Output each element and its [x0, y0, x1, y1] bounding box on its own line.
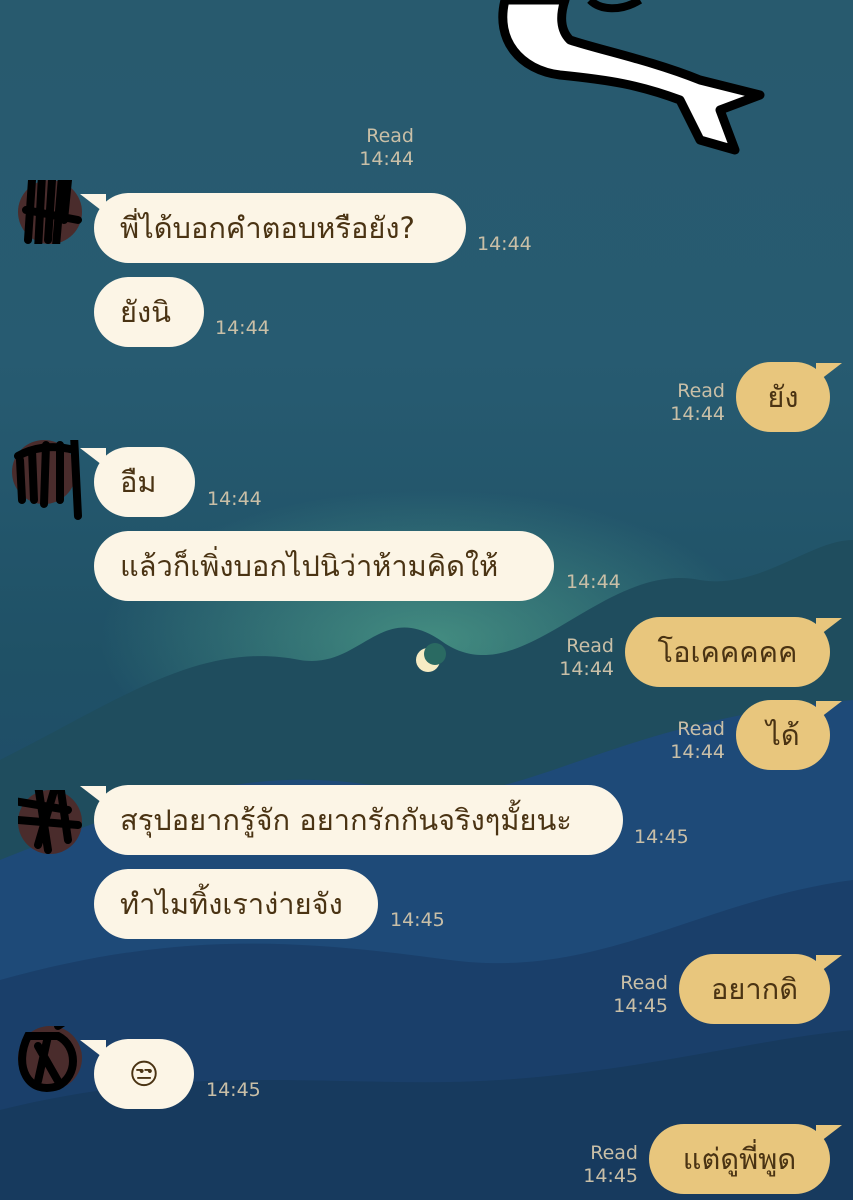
read-status: Read 14:44	[550, 635, 614, 681]
read-label: Read	[566, 635, 614, 657]
message-bubble[interactable]: แล้วก็เพิ่งบอกไปนิว่าห้ามคิดให้	[94, 531, 554, 601]
read-status: Read 14:45	[574, 1142, 638, 1188]
message-bubble[interactable]: แต่ดูพี่พูด	[649, 1124, 830, 1194]
time-label: 14:44	[670, 741, 725, 763]
message-bubble[interactable]: โอเคคคคค	[625, 617, 830, 687]
message-bubble[interactable]: ทำไมทิ้งเราง่ายจัง	[94, 869, 378, 939]
time-label: 14:45	[583, 1165, 638, 1187]
message-time: 14:45	[634, 826, 689, 848]
message-bubble[interactable]: อยากดิ	[679, 954, 830, 1024]
message-bubble[interactable]: 😒	[94, 1039, 194, 1109]
top-read-status: Read 14:44	[350, 125, 414, 171]
message-bubble[interactable]: สรุปอยากรู้จัก อยากรักกันจริงๆมั้ยนะ	[94, 785, 623, 855]
read-status: Read 14:45	[604, 972, 668, 1018]
sender-avatar[interactable]	[12, 431, 82, 520]
message-bubble[interactable]: ได้	[736, 700, 830, 770]
message-time: 14:44	[566, 571, 621, 593]
time-label: 14:44	[359, 148, 414, 170]
message-bubble[interactable]: ยังนิ	[94, 277, 204, 347]
message-time: 14:44	[477, 233, 532, 255]
read-label: Read	[590, 1142, 638, 1164]
sender-avatar[interactable]	[18, 171, 82, 254]
message-bubble[interactable]: อืม	[94, 447, 195, 517]
time-label: 14:44	[670, 403, 725, 425]
message-time: 14:45	[390, 909, 445, 931]
sender-avatar[interactable]	[18, 992, 106, 1092]
time-label: 14:45	[613, 995, 668, 1017]
read-label: Read	[677, 718, 725, 740]
message-bubble[interactable]: ยัง	[736, 362, 830, 432]
read-status: Read 14:44	[661, 718, 725, 764]
read-label: Read	[620, 972, 668, 994]
time-label: 14:44	[559, 658, 614, 680]
sender-avatar[interactable]	[4, 756, 82, 854]
message-time: 14:45	[206, 1079, 261, 1101]
message-bubble[interactable]: พี่ได้บอกคำตอบหรือยัง?	[94, 193, 466, 263]
read-label: Read	[366, 125, 414, 147]
message-time: 14:44	[207, 488, 262, 510]
message-time: 14:44	[215, 317, 270, 339]
read-status: Read 14:44	[661, 380, 725, 426]
read-label: Read	[677, 380, 725, 402]
